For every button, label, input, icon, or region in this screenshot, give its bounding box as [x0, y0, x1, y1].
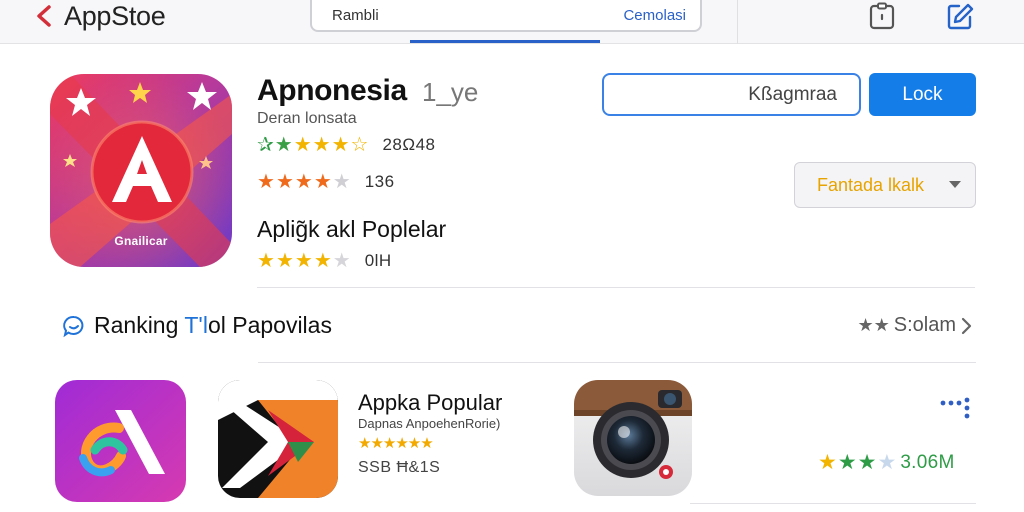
ranking-title-accent: T'l — [184, 312, 208, 338]
rating-row-primary: ✰ ★ ★ ★ ★ ☆ 28Ω48 — [257, 135, 435, 155]
app-tile-purple-artwork — [55, 380, 186, 502]
star-rating-list: ★ ★ ★ ★ — [818, 451, 897, 474]
clipboard-button[interactable] — [868, 2, 896, 30]
see-all-link[interactable]: ★★ S:olam — [857, 314, 972, 337]
featured-app-icon-caption: Gnailicar — [114, 234, 168, 248]
compose-icon — [947, 3, 974, 30]
star-icon: ★ — [275, 250, 294, 272]
rating-row-secondary: ★ ★ ★ ★ ★ 136 — [257, 172, 395, 192]
star-icon: ★ — [313, 250, 332, 272]
clipboard-icon — [869, 2, 895, 30]
star-icon: ★ — [293, 134, 312, 156]
chevron-right-icon — [961, 317, 972, 334]
featured-app-icon[interactable]: Gnailicar — [50, 74, 232, 267]
star-rating-popular: ★ ★ ★ ★ ★ — [257, 251, 351, 271]
star-icon: ★ — [257, 171, 275, 193]
category-dropdown-value: Fantada lkalk — [817, 174, 925, 195]
list-item-meta: SSB Ħ&1S — [358, 459, 441, 476]
search-button[interactable]: Cemolasi — [623, 7, 686, 24]
star-icon: ★ — [313, 171, 332, 193]
app-tile-arrow[interactable] — [218, 380, 338, 498]
chevron-left-icon — [37, 5, 51, 27]
chat-bubble-icon — [63, 315, 84, 337]
section-divider — [257, 287, 975, 288]
section-divider — [258, 362, 976, 363]
developer-name: Deran lonsata — [257, 110, 357, 127]
star-icon: ★ — [332, 171, 351, 193]
list-item-rating: ★ ★ ★ ★ 3.06M — [818, 452, 955, 474]
rating-count-secondary: 136 — [364, 172, 395, 191]
star-rating-secondary: ★ ★ ★ ★ ★ — [257, 172, 351, 192]
app-tile-arrow-artwork — [218, 380, 338, 498]
star-icon: ★ — [257, 250, 275, 272]
toolbar-divider — [737, 0, 738, 44]
star-rating-primary: ✰ ★ ★ ★ ★ ☆ — [257, 135, 368, 155]
ranking-header: Ranking T'lol Papovilas — [62, 312, 332, 339]
list-item-rating-value: 3.06M — [900, 452, 955, 473]
back-label: AppStoe — [64, 0, 166, 31]
see-all-stars: ★★ — [857, 315, 890, 335]
star-icon: ★ — [294, 250, 313, 272]
category-dropdown[interactable]: Fantada lkalk — [794, 162, 976, 208]
app-tile-purple[interactable] — [55, 380, 186, 502]
compose-button[interactable] — [946, 2, 974, 30]
star-icon: ★ — [877, 451, 897, 474]
search-query: Rambli — [332, 6, 379, 24]
popular-apps-title: Aplig̃k akl Poplelar — [257, 216, 447, 242]
back-button[interactable]: AppStoe — [34, 0, 166, 32]
camera-app-tile[interactable] — [574, 380, 692, 496]
star-icon: ★ — [837, 451, 857, 474]
top-bar: AppStoe Rambli Cemolasi — [0, 0, 1024, 44]
text-input-value: Kßagmraa — [748, 83, 837, 105]
star-icon: ★ — [312, 134, 331, 156]
star-icon: ✰ — [257, 134, 274, 156]
star-icon: ★ — [332, 250, 351, 272]
star-icon: ★ — [331, 134, 350, 156]
star-icon: ★ — [275, 171, 294, 193]
list-item-title: Appka Popular — [358, 390, 503, 415]
star-outline-icon: ☆ — [350, 134, 369, 156]
camera-icon — [574, 380, 692, 496]
star-icon: ★ — [294, 171, 313, 193]
ranking-title: Ranking T'lol Papovilas — [94, 312, 332, 339]
chevron-down-icon — [949, 181, 961, 188]
ranking-title-prefix: Ranking — [94, 312, 185, 338]
list-item-stars: ★★★★★★ — [358, 435, 434, 452]
popular-rating-value: 0lH — [364, 251, 392, 270]
ranking-title-suffix: ol Papovilas — [207, 312, 332, 338]
search-tab-indicator — [410, 40, 600, 43]
rating-row-popular: ★ ★ ★ ★ ★ 0lH — [257, 251, 392, 271]
app-name: Apnonesia — [257, 74, 407, 107]
star-icon: ★ — [857, 451, 877, 474]
see-all-label: S:olam — [893, 314, 956, 336]
more-dots-icon — [940, 397, 970, 419]
search-field[interactable]: Rambli Cemolasi — [310, 0, 702, 32]
rating-count-primary: 28Ω48 — [382, 135, 436, 154]
more-options-button[interactable] — [938, 397, 972, 419]
section-divider — [690, 503, 976, 504]
star-icon: ★ — [818, 451, 837, 474]
lock-button[interactable]: Lock — [869, 73, 976, 116]
app-name-suffix: 1_уe — [422, 77, 479, 107]
list-item-subtitle: Dapnas AnpoehenRorie) — [358, 416, 501, 431]
star-icon: ★ — [274, 134, 293, 156]
text-input-field[interactable]: Kßagmraa — [602, 73, 861, 116]
